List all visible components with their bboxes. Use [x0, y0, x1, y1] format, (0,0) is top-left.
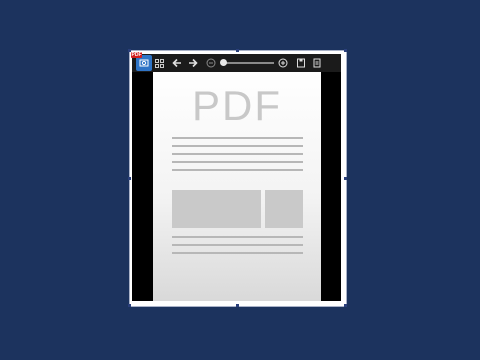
pdf-badge: PDF — [131, 52, 142, 58]
image-placeholder — [265, 190, 303, 228]
zoom-slider-track[interactable] — [222, 62, 274, 64]
resize-handle-mr[interactable] — [344, 177, 347, 180]
text-line — [172, 153, 303, 155]
text-line — [172, 145, 303, 147]
resize-handle-tc[interactable] — [236, 49, 239, 52]
text-line — [172, 161, 303, 163]
text-line — [172, 169, 303, 171]
document-icon[interactable] — [309, 55, 325, 71]
resize-handle-bl[interactable] — [128, 304, 131, 307]
text-line — [172, 252, 303, 254]
text-line — [172, 236, 303, 238]
resize-handle-tr[interactable] — [344, 49, 347, 52]
arrow-right-icon[interactable] — [185, 55, 201, 71]
arrow-left-icon[interactable] — [169, 55, 185, 71]
zoom-out-icon[interactable] — [203, 55, 219, 71]
image-placeholder — [172, 190, 261, 228]
resize-handle-br[interactable] — [344, 304, 347, 307]
resize-handle-ml[interactable] — [128, 177, 131, 180]
resize-handle-bc[interactable] — [236, 304, 239, 307]
zoom-in-icon[interactable] — [275, 55, 291, 71]
save-icon[interactable] — [293, 55, 309, 71]
page-title: PDF — [192, 82, 282, 129]
grid-icon[interactable] — [151, 55, 167, 71]
zoom-slider-thumb[interactable] — [220, 59, 227, 66]
text-line — [172, 137, 303, 139]
text-line — [172, 244, 303, 246]
